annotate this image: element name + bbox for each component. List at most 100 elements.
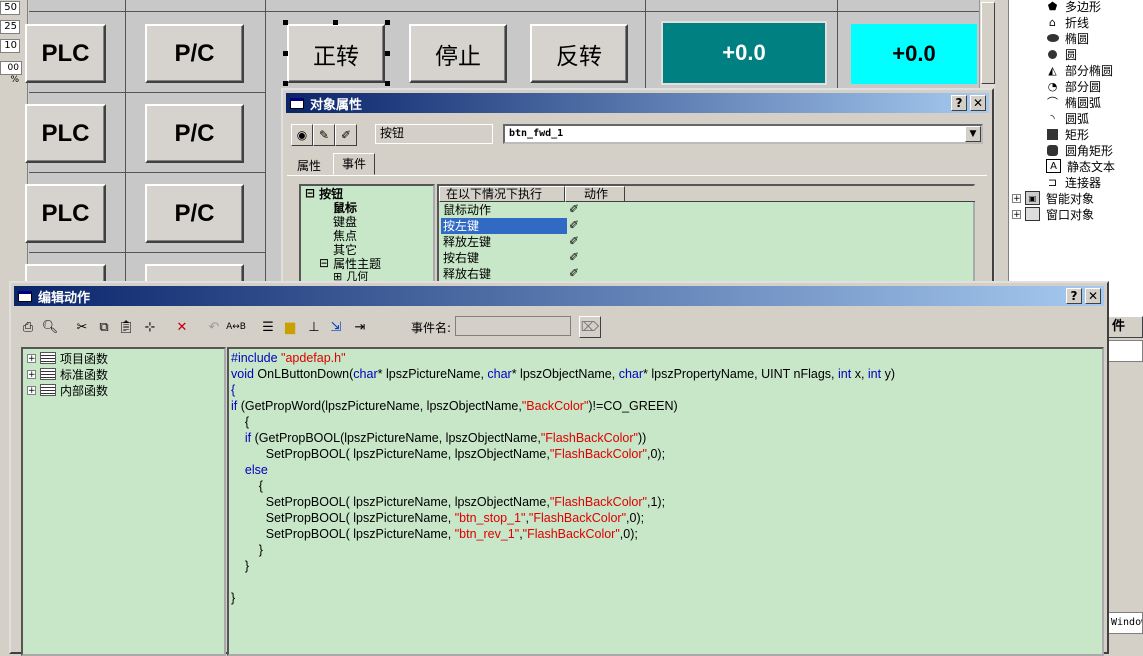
code-line[interactable]: void OnLButtonDown(char* lpszPictureName…: [231, 366, 895, 382]
plc-button[interactable]: PLC: [25, 104, 106, 163]
event-row-mouse-action[interactable]: 鼠标动作: [441, 202, 567, 218]
pc-button[interactable]: P/C: [145, 184, 244, 243]
code-line[interactable]: SetPropBOOL( lpszPictureName, "btn_rev_1…: [231, 526, 638, 542]
replace-icon[interactable]: A↔B: [225, 316, 247, 338]
expand-icon[interactable]: +: [27, 369, 36, 379]
code-line[interactable]: }: [231, 558, 249, 574]
chevron-down-icon[interactable]: ▼: [965, 126, 981, 142]
palette-item-ellipse-arc[interactable]: ⌒ 椭圆弧: [1046, 94, 1101, 110]
expand-icon[interactable]: +: [1012, 193, 1021, 203]
column-header-action[interactable]: 动作: [565, 186, 625, 202]
palette-item-partial-ellipse[interactable]: ◭ 部分椭圆: [1046, 62, 1113, 78]
pipette2-icon[interactable]: ✐: [335, 124, 357, 146]
ruler-value: 10: [0, 39, 20, 53]
function-folder-icon: [40, 368, 56, 380]
action-lightning-icon[interactable]: ✐: [569, 202, 579, 216]
static-text-icon: A: [1046, 159, 1061, 173]
compile-icon[interactable]: ⊥: [303, 316, 325, 338]
column-header-condition[interactable]: 在以下情况下执行: [439, 186, 565, 202]
indent-icon[interactable]: ☰: [257, 316, 279, 338]
tab-events[interactable]: 事件: [333, 153, 376, 175]
tree-node-standard-functions[interactable]: + 标准函数: [27, 366, 108, 382]
code-line[interactable]: {: [231, 478, 263, 494]
palette-item-rounded-rectangle[interactable]: 圆角矩形: [1046, 142, 1113, 158]
object-properties-window[interactable]: 对象属性 ? ✕ ◉ ✎ ✐ 按钮 btn_fwd_1 ▼ 属性 事件 ⊟ 按钮 …: [281, 88, 994, 294]
code-line[interactable]: {: [231, 414, 249, 430]
event-name-field[interactable]: [455, 316, 571, 336]
edit-action-titlebar[interactable]: 编辑动作 ? ✕: [14, 286, 1104, 306]
value-display-cyan[interactable]: +0.0: [851, 24, 977, 84]
help-button[interactable]: ?: [951, 95, 967, 111]
palette-field-partial: [1108, 340, 1143, 362]
code-line[interactable]: #include "apdefap.h": [231, 350, 346, 366]
palette-item-circle[interactable]: 圆: [1046, 46, 1077, 62]
expand-icon[interactable]: +: [27, 353, 36, 363]
paste-icon[interactable]: 📋︎: [115, 316, 137, 338]
code-line[interactable]: SetPropBOOL( lpszPictureName, lpszObject…: [231, 446, 665, 462]
reverse-button[interactable]: 反转: [530, 24, 628, 83]
object-name-select[interactable]: btn_fwd_1: [503, 124, 983, 144]
pin-icon[interactable]: ◉: [291, 124, 313, 146]
code-line[interactable]: SetPropBOOL( lpszPictureName, lpszObject…: [231, 494, 665, 510]
palette-group-window-objects[interactable]: + 窗口对象: [1012, 206, 1094, 222]
palette-tab-partial[interactable]: 件: [1108, 316, 1143, 338]
action-lightning-icon[interactable]: ✐: [569, 266, 579, 280]
palette-item-polygon[interactable]: ⬟ 多边形: [1046, 0, 1101, 14]
palette-item-ellipse[interactable]: 椭圆: [1046, 30, 1089, 46]
folder-icon[interactable]: ▆: [279, 316, 301, 338]
tree-node-internal-functions[interactable]: + 内部函数: [27, 382, 108, 398]
action-lightning-icon[interactable]: ✐: [569, 234, 579, 248]
ellipse-icon: [1046, 32, 1059, 44]
palette-item-static-text[interactable]: A 静态文本: [1046, 158, 1115, 174]
plc-button[interactable]: PLC: [25, 24, 106, 83]
copy-icon[interactable]: ⧉: [93, 316, 115, 338]
code-line[interactable]: {: [231, 382, 235, 398]
edit-action-window[interactable]: 编辑动作 ? ✕ ⎙ 🔍︎ ✂ ⧉ 📋︎ ⊹ ✕ ↶ A↔B ☰ ▆ ⊥ ⇲ ⇥…: [9, 281, 1109, 656]
export-icon[interactable]: ⇥: [349, 316, 371, 338]
import-icon[interactable]: ⇲: [325, 316, 347, 338]
print-preview-icon[interactable]: 🔍︎: [39, 316, 61, 338]
event-row-right-press[interactable]: 按右键: [441, 250, 567, 266]
pc-button[interactable]: P/C: [145, 24, 244, 83]
palette-item-connector[interactable]: ⊐ 连接器: [1046, 174, 1101, 190]
plc-button[interactable]: PLC: [25, 184, 106, 243]
undo-icon[interactable]: ↶: [203, 316, 225, 338]
palette-item-arc[interactable]: ◝ 圆弧: [1046, 110, 1089, 126]
cut-icon[interactable]: ✂: [71, 316, 93, 338]
tab-properties[interactable]: 属性: [289, 156, 329, 176]
stop-button[interactable]: 停止: [409, 24, 507, 83]
code-line[interactable]: }: [231, 542, 263, 558]
tree-node-project-functions[interactable]: + 项目函数: [27, 350, 108, 366]
delete-icon[interactable]: ✕: [171, 316, 193, 338]
expand-icon[interactable]: +: [1012, 209, 1021, 219]
code-line[interactable]: if (GetPropBOOL(lpszPictureName, lpszObj…: [231, 430, 646, 446]
close-button[interactable]: ✕: [970, 95, 986, 111]
object-properties-titlebar[interactable]: 对象属性 ? ✕: [286, 93, 989, 113]
action-lightning-icon-active[interactable]: ✐: [569, 218, 579, 232]
palette-item-rectangle[interactable]: 矩形: [1046, 126, 1089, 142]
palette-item-partial-circle[interactable]: ◔ 部分圆: [1046, 78, 1101, 94]
palette-group-smart-objects[interactable]: + ▣ 智能对象: [1012, 190, 1094, 206]
code-line[interactable]: }: [231, 590, 235, 606]
code-editor[interactable]: #include "apdefap.h" void OnLButtonDown(c…: [227, 347, 1104, 656]
object-type-field: 按钮: [375, 124, 493, 144]
code-line[interactable]: else: [231, 462, 268, 478]
forward-button[interactable]: 正转: [287, 24, 385, 83]
help-button[interactable]: ?: [1066, 288, 1082, 304]
event-row-right-release[interactable]: 释放右键: [441, 266, 567, 282]
close-button[interactable]: ✕: [1085, 288, 1101, 304]
event-row-left-press-selected[interactable]: 按左键: [441, 218, 567, 234]
print-icon[interactable]: ⎙: [17, 316, 39, 338]
code-line[interactable]: if (GetPropWord(lpszPictureName, lpszObj…: [231, 398, 678, 414]
code-line[interactable]: SetPropBOOL( lpszPictureName, "btn_stop_…: [231, 510, 644, 526]
zoom-level[interactable]: 00 %: [0, 61, 22, 85]
select-all-icon[interactable]: ⊹: [139, 316, 161, 338]
action-lightning-icon[interactable]: ✐: [569, 250, 579, 264]
palette-item-polyline[interactable]: ⌂ 折线: [1046, 14, 1089, 30]
pipette-icon[interactable]: ✎: [313, 124, 335, 146]
expand-icon[interactable]: +: [27, 385, 36, 395]
event-name-button-icon[interactable]: ⌦: [579, 316, 601, 338]
pc-button[interactable]: P/C: [145, 104, 244, 163]
value-display-teal[interactable]: +0.0: [661, 21, 827, 85]
event-row-left-release[interactable]: 释放左键: [441, 234, 567, 250]
